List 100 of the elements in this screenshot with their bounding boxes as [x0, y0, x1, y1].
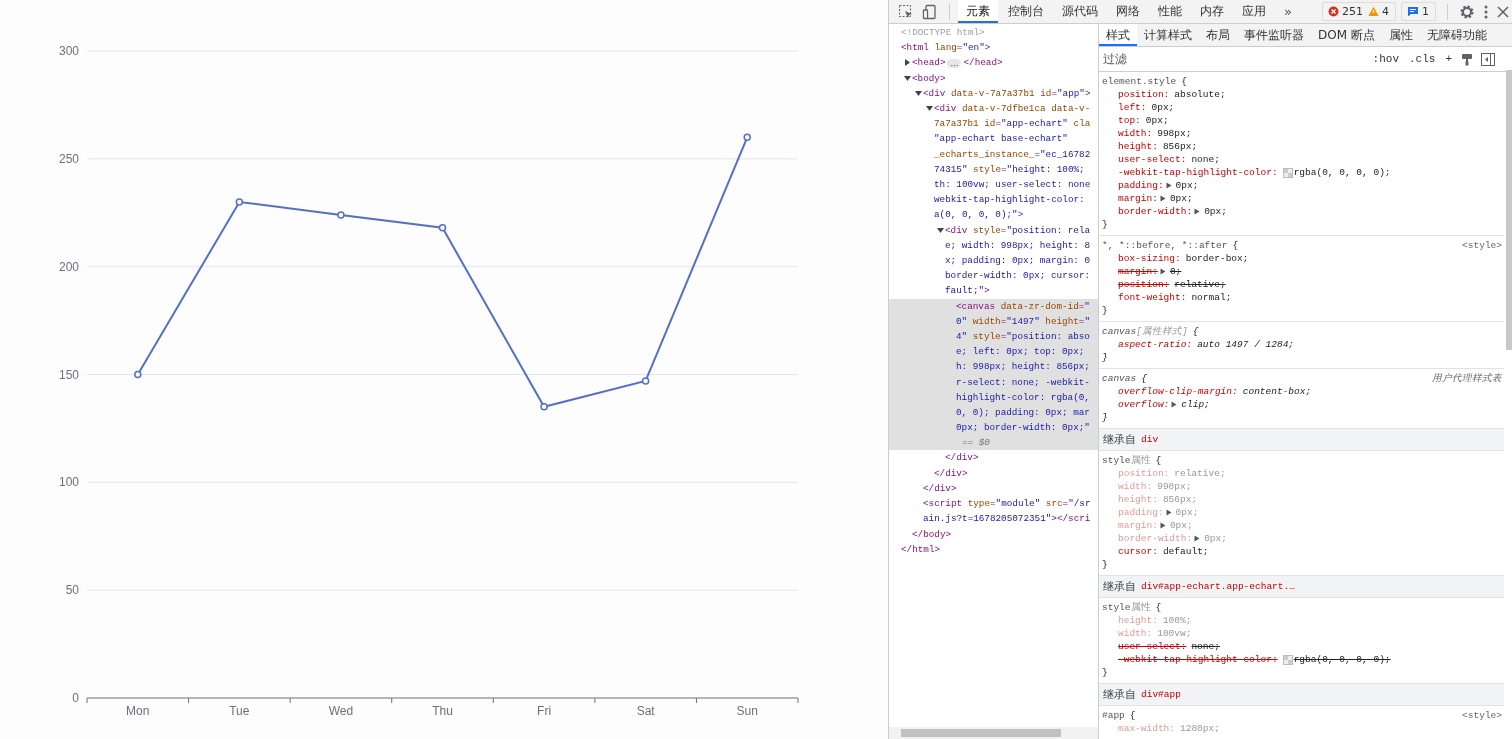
inherited-selector[interactable]: div#app — [1141, 689, 1181, 700]
sidebar-tab[interactable]: 事件监听器 — [1237, 24, 1311, 46]
property-value[interactable]: 998px; — [1157, 127, 1192, 140]
property-name[interactable]: padding: — [1118, 179, 1164, 192]
property-name[interactable]: -webkit-tap-highlight-color: — [1118, 166, 1278, 179]
property-value[interactable]: 0px; — [1169, 192, 1193, 205]
sidebar-tab[interactable]: 计算样式 — [1137, 24, 1199, 46]
property-value[interactable]: auto 1497 / 1284; — [1197, 338, 1295, 351]
property-name[interactable]: overflow-clip-margin: — [1118, 385, 1238, 398]
sidebar-tab[interactable]: 属性 — [1381, 24, 1420, 46]
source-link[interactable]: 用户代理样式表 — [1432, 372, 1504, 385]
dom-node[interactable]: <body> — [889, 70, 1098, 86]
inherited-selector[interactable]: div#app-echart.app-echart.… — [1141, 581, 1295, 592]
property-value[interactable]: normal; — [1191, 291, 1232, 304]
dom-node[interactable]: <div style="position: rela e; width: 998px; height: 8 x; padding: 0px; margin: 0 border-width: 0px; cursor: fault;"> — [889, 222, 1098, 299]
error-count: 251 — [1342, 5, 1363, 18]
source-link[interactable]: <style> — [1462, 239, 1504, 252]
axis-label: Tue — [229, 704, 250, 718]
property-value[interactable]: 0px; — [1204, 205, 1227, 218]
property-value[interactable]: none; — [1191, 640, 1220, 653]
axis-label: 100 — [58, 475, 79, 490]
source-link[interactable]: <style> — [1462, 709, 1504, 722]
sidebar-tab[interactable]: DOM 断点 — [1311, 24, 1382, 46]
panel-tab[interactable]: 应用 — [1234, 0, 1274, 23]
warning-count: 4 — [1382, 5, 1389, 18]
property-name[interactable]: width: — [1118, 127, 1153, 140]
property-value[interactable]: none; — [1191, 153, 1220, 166]
property-name[interactable]: position: — [1118, 278, 1170, 291]
property-name[interactable]: -webkit-tap-highlight-color: — [1118, 653, 1278, 666]
property-name[interactable]: box-sizing: — [1118, 252, 1181, 265]
property-name[interactable]: left: — [1118, 101, 1147, 114]
messages-counter[interactable]: 1 — [1401, 2, 1436, 21]
property-value[interactable]: rgba(0, 0, 0, 0); — [1293, 653, 1391, 666]
axis-label: 150 — [58, 367, 79, 382]
toolbar-button[interactable]: :hov — [1368, 53, 1403, 65]
property-name[interactable]: position: — [1118, 88, 1170, 101]
property-value[interactable]: 0px; — [1151, 101, 1175, 114]
panel-tab[interactable]: 性能 — [1150, 0, 1190, 23]
property-name[interactable]: margin: — [1118, 192, 1158, 205]
property-name[interactable]: aspect-ratio: — [1118, 338, 1193, 351]
toolbar-button[interactable]: + — [1441, 53, 1456, 65]
collapsed-badge[interactable]: … — [947, 58, 962, 68]
property-name[interactable]: overflow: — [1118, 398, 1170, 411]
panel-tab[interactable]: 内存 — [1192, 0, 1232, 23]
code-line: <script type="module" src="/sr — [923, 497, 1091, 512]
dom-node[interactable]: <head> … </head> — [889, 55, 1098, 71]
issues-counter[interactable]: 251 4 — [1322, 2, 1396, 21]
brace: { — [1181, 75, 1187, 88]
panel-tab[interactable]: 元素 — [958, 0, 998, 23]
property-value[interactable]: rgba(0, 0, 0, 0); — [1293, 166, 1391, 179]
axis-label: 250 — [58, 151, 79, 166]
code-line: <canvas data-zr-dom-id=" — [956, 299, 1090, 314]
dom-node[interactable]: <html lang="en"> — [889, 40, 1098, 56]
dom-node[interactable]: <div data-v-7a7a37b1 id="app"> — [889, 85, 1098, 101]
more-tabs-button[interactable]: » — [1276, 4, 1300, 19]
property-value[interactable]: 0px; — [1145, 114, 1169, 127]
panel-tab[interactable]: 控制台 — [1000, 0, 1052, 23]
brace: } — [1102, 411, 1109, 424]
property-name[interactable]: user-select: — [1118, 640, 1187, 653]
property-name[interactable]: margin: — [1118, 265, 1158, 278]
code-line: </div> — [934, 466, 968, 481]
sidebar-tab[interactable]: 无障碍功能 — [1419, 24, 1494, 46]
property-name[interactable]: height: — [1118, 140, 1158, 153]
property-value[interactable]: clip; — [1181, 398, 1210, 411]
axis-label: Fri — [537, 704, 552, 718]
code-line: </head> — [963, 56, 1003, 71]
code-line: 74315" style="height: 100%; — [934, 162, 1086, 177]
panel-tab[interactable]: 网络 — [1108, 0, 1148, 23]
inherited-selector[interactable]: div — [1141, 434, 1159, 445]
code-line: r-select: none; -webkit- — [956, 375, 1090, 390]
code-line: fault;"> — [945, 284, 991, 299]
property-name[interactable]: user-select: — [1118, 153, 1187, 166]
code-line: <div style="position: rela — [945, 223, 1091, 238]
property-name[interactable]: font-weight: — [1118, 291, 1187, 304]
property-value[interactable]: border-box; — [1185, 252, 1249, 265]
property-name[interactable]: top: — [1118, 114, 1141, 127]
property-value[interactable]: 0; — [1169, 265, 1182, 278]
selector: element.style — [1102, 75, 1177, 88]
property-name[interactable]: cursor: — [1118, 545, 1158, 558]
property-value[interactable]: absolute; — [1174, 88, 1226, 101]
brace: { — [1155, 454, 1162, 467]
property-value[interactable]: relative; — [1174, 278, 1226, 291]
inherited-label: 继承自 — [1103, 687, 1136, 702]
brace: { — [1129, 709, 1136, 722]
panel-tab[interactable]: 源代码 — [1054, 0, 1106, 23]
property-value[interactable]: 0px; — [1175, 179, 1199, 192]
selector: #app — [1102, 709, 1125, 722]
brace: } — [1102, 218, 1109, 231]
property-name[interactable]: border-width: — [1118, 205, 1193, 218]
property-value[interactable]: content-box; — [1242, 385, 1312, 398]
dom-node[interactable]: <script type="module" src="/sr ain.js?t=1678205072351"></scri — [889, 496, 1098, 527]
sidebar-tab[interactable]: 样式 — [1099, 24, 1137, 46]
property-value[interactable]: default; — [1162, 545, 1209, 558]
property-value[interactable]: 856px; — [1162, 140, 1198, 153]
code-line: highlight-color: rgba(0, — [956, 390, 1090, 405]
sidebar-tab[interactable]: 布局 — [1199, 24, 1237, 46]
code-line: x; padding: 0px; margin: 0 — [945, 254, 1091, 269]
brace: { — [1155, 601, 1162, 614]
brace: { — [1232, 239, 1239, 252]
toolbar-button[interactable]: .cls — [1405, 53, 1440, 65]
